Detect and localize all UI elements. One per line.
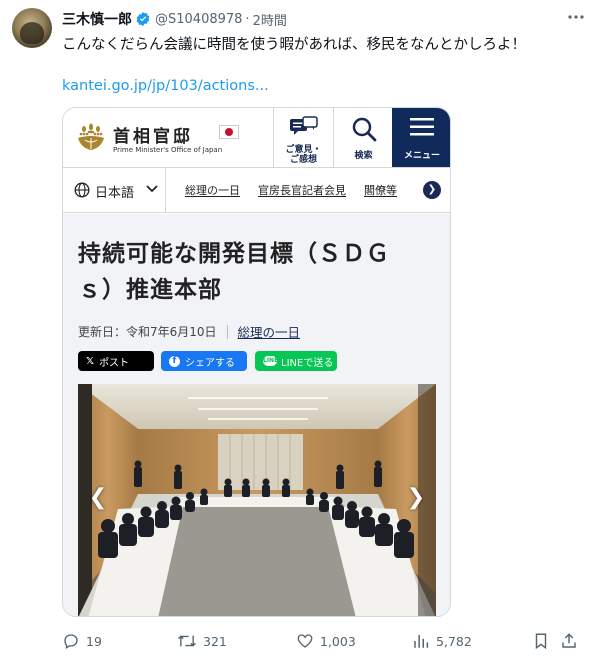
article-content: 持続可能な開発目標（ＳＤＧｓ）推進本部 更新日：令和7年6月10日 総理の一日 …: [63, 214, 450, 616]
reply-button[interactable]: 19: [62, 630, 102, 652]
site-header: 首相官邸 Prime Minister's Office of Japan ご意…: [63, 108, 450, 168]
hamburger-menu-icon: [410, 118, 434, 136]
globe-icon: [74, 182, 90, 198]
bookmark-icon: [535, 633, 547, 650]
paulownia-emblem-icon: [78, 123, 104, 150]
retweet-icon: [178, 635, 196, 647]
site-navbar: 日本語 総理の一日 官房長官記者会見 閣僚等 ❯: [63, 168, 450, 213]
facebook-icon: f: [169, 355, 180, 367]
line-icon: LINE: [263, 356, 279, 366]
site-subtitle: Prime Minister's Office of Japan: [113, 146, 223, 154]
nav-links: 総理の一日 官房長官記者会見 閣僚等: [185, 182, 397, 198]
bookmark-button[interactable]: [532, 630, 556, 652]
search-button[interactable]: 検索: [333, 108, 393, 167]
japan-flag-icon: [219, 125, 239, 139]
search-icon: [352, 117, 376, 142]
chevron-down-icon: [146, 185, 158, 193]
retweet-count: 321: [203, 633, 227, 649]
meta-divider: [226, 324, 228, 339]
avatar[interactable]: [12, 8, 52, 48]
carousel-next-icon[interactable]: ❯: [404, 483, 428, 513]
opinion-label: ご意見・ご感想: [285, 145, 322, 165]
verified-badge-icon: [136, 12, 150, 26]
share-facebook-button[interactable]: f シェアする: [161, 351, 247, 371]
nav-link-ministers[interactable]: 閣僚等: [364, 182, 397, 198]
timestamp[interactable]: 2時間: [253, 10, 287, 29]
article-category-link[interactable]: 総理の一日: [238, 322, 301, 341]
menu-button[interactable]: メニュー: [392, 108, 450, 167]
nav-link-press-conference[interactable]: 官房長官記者会見: [258, 182, 346, 198]
heart-icon: [297, 634, 313, 648]
share-button[interactable]: [560, 630, 584, 652]
chat-bubble-icon: [289, 116, 318, 135]
more-options-icon[interactable]: [565, 8, 587, 28]
share-line-label: LINEで送る: [281, 357, 334, 369]
share-x-label: ポスト: [99, 357, 130, 369]
views-bar-chart-icon: [414, 635, 429, 648]
language-selector[interactable]: 日本語: [63, 168, 166, 212]
tweet-actions: 19 321 1,003 5,782: [62, 630, 582, 652]
opinion-button[interactable]: ご意見・ご感想: [273, 108, 333, 167]
x-logo-icon: 𝕏: [86, 355, 95, 367]
tweet: 三木慎一郎 @S10408978 · 2時間 こんなくだらん会議に時間を使う暇が…: [0, 0, 607, 662]
meeting-photo[interactable]: ❮ ❯: [78, 384, 436, 616]
site-title: 首相官邸: [113, 127, 193, 147]
share-x-button[interactable]: 𝕏 ポスト: [78, 351, 154, 371]
share-line-button[interactable]: LINE LINEで送る: [255, 351, 337, 371]
article-meta: 更新日：令和7年6月10日 総理の一日: [78, 322, 300, 341]
meeting-room-image: [78, 384, 436, 616]
display-name[interactable]: 三木慎一郎: [62, 9, 132, 29]
nav-next-arrow-icon[interactable]: ❯: [423, 181, 441, 199]
link-preview-card[interactable]: 首相官邸 Prime Minister's Office of Japan ご意…: [62, 107, 451, 617]
carousel-prev-icon[interactable]: ❮: [86, 483, 110, 513]
menu-label: メニュー: [403, 151, 440, 161]
updated-date: 更新日：令和7年6月10日: [78, 325, 217, 339]
like-button[interactable]: 1,003: [296, 630, 356, 652]
article-title: 持続可能な開発目標（ＳＤＧｓ）推進本部: [78, 241, 390, 303]
site-logo[interactable]: 首相官邸 Prime Minister's Office of Japan: [75, 122, 265, 158]
handle[interactable]: @S10408978: [155, 12, 242, 27]
reply-icon: [64, 634, 78, 649]
tweet-header: 三木慎一郎 @S10408978 · 2時間: [62, 9, 287, 29]
tweet-text: こんなくだらん会議に時間を使う暇があれば、移民をなんとかしろよ！: [62, 37, 526, 53]
search-label: 検索: [354, 151, 373, 161]
reply-count: 19: [86, 633, 102, 649]
language-label: 日本語: [95, 186, 135, 201]
views-count: 5,782: [436, 633, 472, 649]
tweet-link[interactable]: kantei.go.jp/jp/103/actions...: [62, 78, 269, 94]
share-facebook-label: シェアする: [185, 357, 235, 369]
separator-dot: ·: [245, 11, 250, 27]
like-count: 1,003: [320, 633, 356, 649]
share-upload-icon: [562, 633, 576, 648]
retweet-button[interactable]: 321: [177, 630, 227, 652]
nav-link-pm-day[interactable]: 総理の一日: [185, 182, 240, 198]
views-button[interactable]: 5,782: [412, 630, 472, 652]
